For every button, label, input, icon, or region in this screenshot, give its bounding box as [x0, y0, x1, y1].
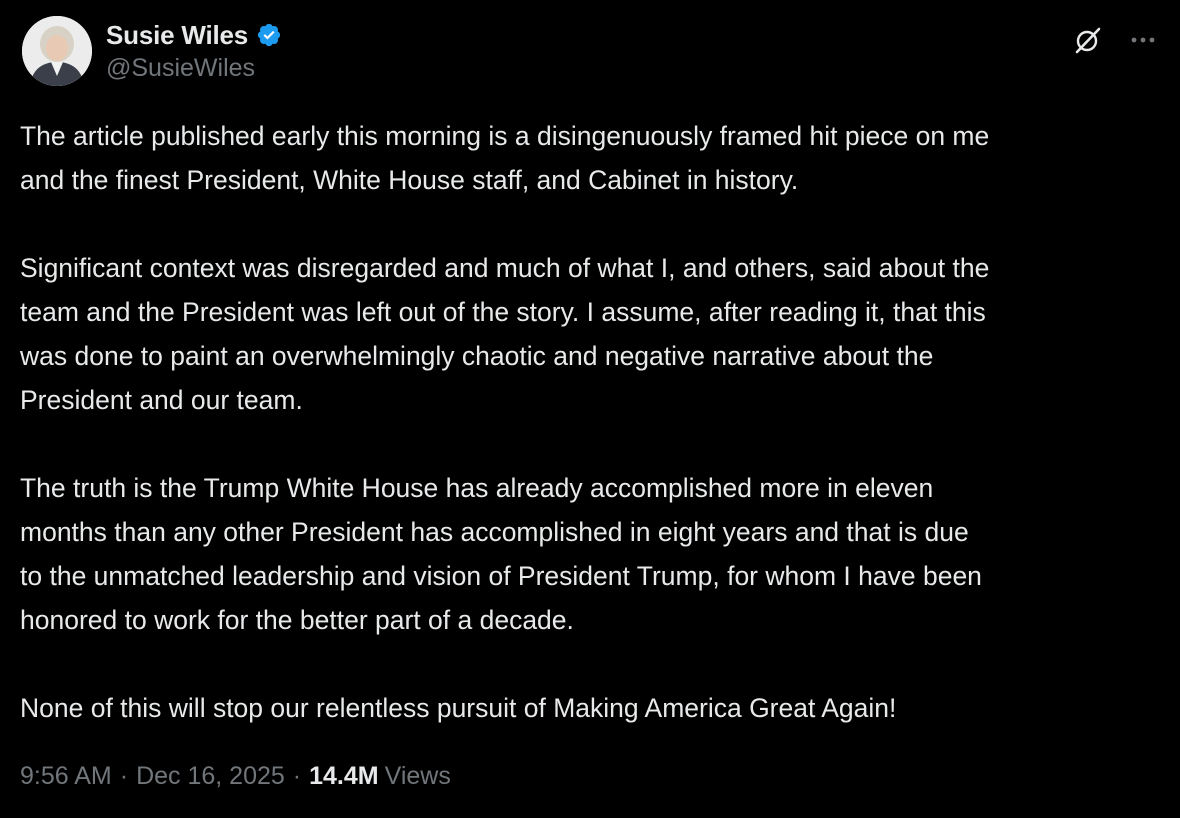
tweet-meta: 9:56 AM · Dec 16, 2025 · 14.4M Views [20, 762, 451, 791]
tweet-header: Susie Wiles @SusieWiles [20, 14, 1160, 90]
tweet-text: The article published early this morning… [20, 114, 1170, 730]
display-name-row: Susie Wiles [106, 18, 282, 52]
tweet-card: Susie Wiles @SusieWiles The article publ… [0, 0, 1180, 818]
verified-badge-icon[interactable] [256, 22, 282, 48]
author-display-name[interactable]: Susie Wiles [106, 20, 248, 51]
tweet-paragraph: The truth is the Trump White House has a… [20, 473, 982, 635]
meta-separator: · [292, 762, 302, 790]
meta-separator: · [119, 762, 129, 790]
tweet-time[interactable]: 9:56 AM [20, 762, 112, 791]
grok-button[interactable] [1072, 24, 1104, 56]
views-label: Views [384, 762, 451, 790]
grok-icon [1075, 27, 1101, 54]
tweet-paragraph: The article published early this morning… [20, 121, 990, 195]
more-icon [1131, 37, 1155, 43]
tweet-date[interactable]: Dec 16, 2025 [136, 762, 285, 791]
views-count[interactable]: 14.4M [309, 762, 378, 791]
more-options-button[interactable] [1126, 24, 1160, 56]
tweet-paragraph: Significant context was disregarded and … [20, 253, 990, 415]
author-block: Susie Wiles @SusieWiles [106, 18, 282, 83]
avatar[interactable] [22, 16, 92, 86]
avatar-image [22, 16, 92, 86]
author-handle[interactable]: @SusieWiles [106, 54, 282, 83]
tweet-paragraph: None of this will stop our relentless pu… [20, 693, 897, 723]
